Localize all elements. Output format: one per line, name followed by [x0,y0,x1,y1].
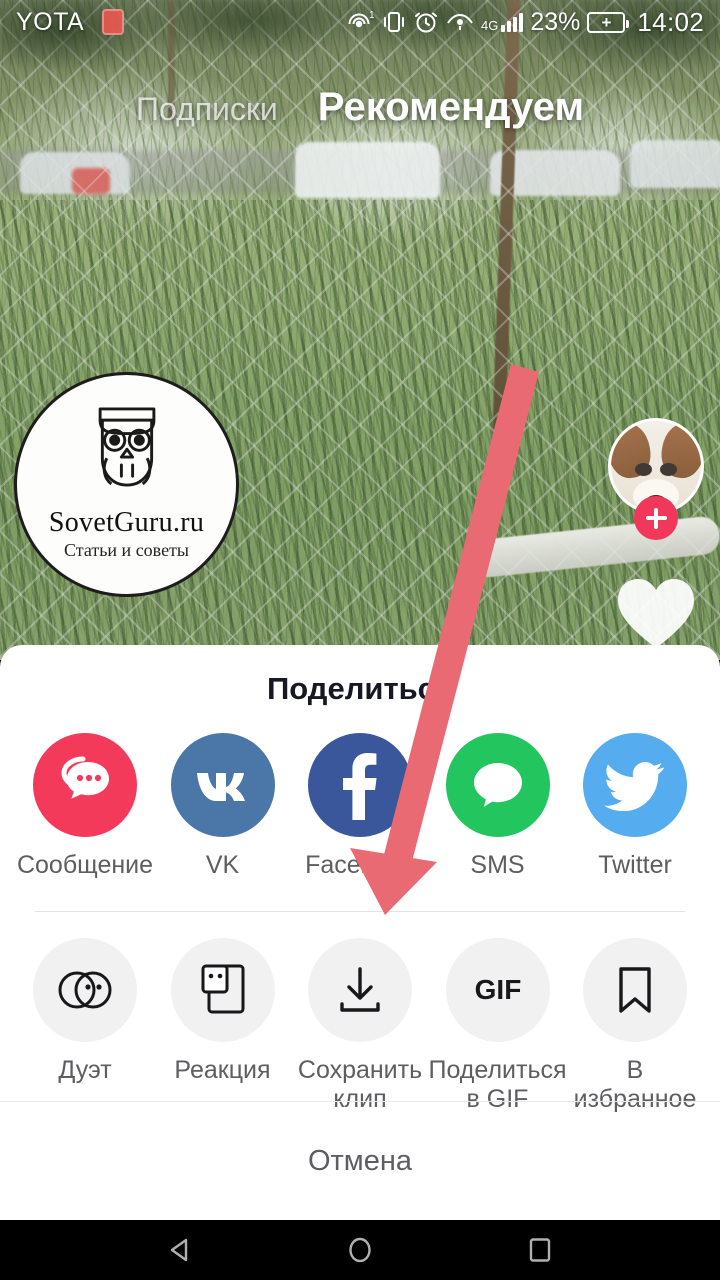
share-actions-row: Дуэт Реакция Сохранить клип GIF Поделить… [0,937,720,1115]
vibrate-icon [384,12,405,32]
watermark-subtitle: Статьи и советы [63,540,190,560]
sim-card-icon [102,9,125,35]
like-heart-icon[interactable] [614,575,698,651]
share-option-label: Twitter [598,851,672,879]
share-option-label: Facebook [305,851,415,879]
duet-circles-icon [33,937,137,1042]
status-bar: YOTA 1 4G 23% + 14:02 [0,0,720,44]
battery-percent-label: 23% [530,7,581,36]
svg-text:1: 1 [369,10,375,21]
share-option-label: Сообщение [16,851,154,879]
vk-icon [170,733,275,837]
action-label: Реакция [174,1055,271,1084]
twitter-bird-icon [583,733,687,837]
share-option-facebook[interactable]: Facebook [299,733,421,881]
signal-bars-icon [501,12,524,32]
eye-comfort-icon [447,13,473,30]
share-option-vk[interactable]: VK [162,733,284,881]
chat-bubbles-icon [33,733,137,837]
android-nav-bar [0,1220,720,1280]
tab-following[interactable]: Подписки [136,91,278,128]
gif-text-icon: GIF [445,937,550,1042]
action-reaction[interactable]: Реакция [162,937,284,1115]
cancel-button[interactable]: Отмена [0,1102,720,1220]
battery-charging-icon: + [587,11,630,33]
share-option-label: VK [205,851,240,879]
action-add-favorites[interactable]: В избранное [574,937,696,1115]
cancel-label: Отмена [307,1144,413,1177]
tab-for-you[interactable]: Рекомендуем [318,85,584,130]
dog-eye-right [660,463,677,476]
home-circle-icon[interactable] [345,1235,375,1265]
watermark-logo: SovetGuru.ru Статьи и советы [14,372,239,597]
follow-button[interactable] [634,496,678,540]
network-type-label: 4G [481,18,499,33]
feed-tabs: Подписки Рекомендуем [0,85,720,130]
share-sheet: Поделиться Сообщение VK Facebook SMS Twi… [0,645,720,1220]
dog-eye-left [635,463,652,476]
action-duet[interactable]: Дуэт [24,937,146,1115]
sheet-divider [35,910,685,912]
watermark-title: SovetGuru.ru [48,507,205,538]
share-targets-row: Сообщение VK Facebook SMS Twitter [0,733,720,881]
owl-logo-icon [98,407,155,487]
phone-screen: YOTA 1 4G 23% + 14:02 Подписки Рекоменду… [0,0,720,1280]
carrier-label: YOTA [16,7,85,36]
facebook-icon [308,733,412,837]
action-label: Дуэт [58,1055,112,1084]
clock-label: 14:02 [637,6,704,37]
bookmark-icon [583,937,687,1042]
recents-square-icon[interactable] [525,1235,555,1265]
share-option-label: SMS [470,851,525,879]
svg-text:GIF: GIF [474,974,521,1005]
author-avatar-group[interactable] [608,418,704,540]
hotspot-icon: 1 [348,10,375,28]
reaction-card-icon [170,937,275,1042]
sms-bubble-icon [445,733,550,837]
action-save-clip[interactable]: Сохранить клип [298,937,422,1115]
share-option-message[interactable]: Сообщение [17,733,153,881]
alarm-icon [415,12,438,33]
share-option-twitter[interactable]: Twitter [574,733,696,881]
share-option-sms[interactable]: SMS [437,733,559,881]
share-sheet-title: Поделиться [266,671,454,706]
action-share-gif[interactable]: GIF Поделиться в GIF [428,937,567,1115]
download-icon [308,937,412,1042]
back-triangle-icon[interactable] [165,1235,195,1265]
status-icons: 1 4G 23% + 14:02 [347,7,704,38]
